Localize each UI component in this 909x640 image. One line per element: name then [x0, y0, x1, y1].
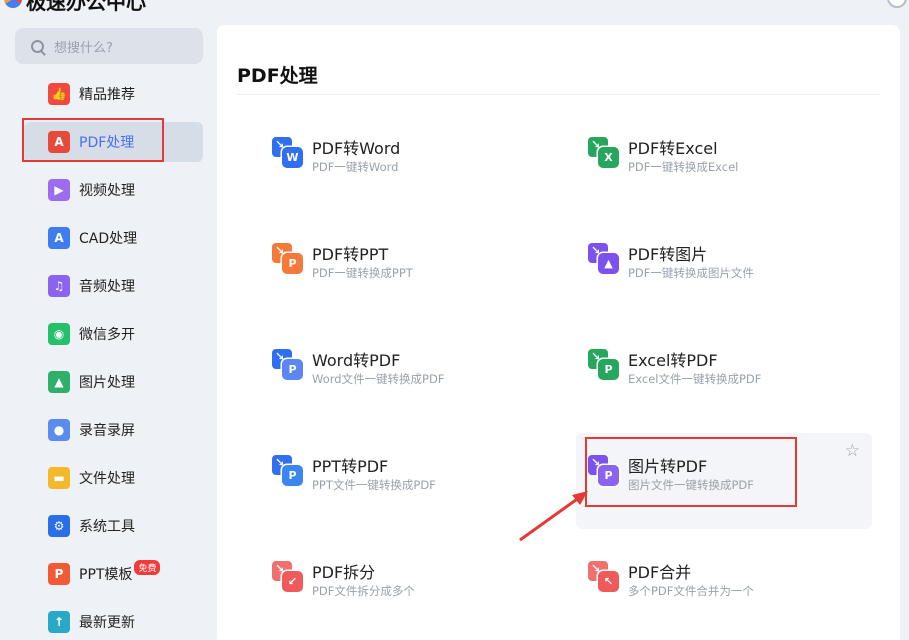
sidebar-item-10[interactable]: ⚙ 系统工具: [24, 506, 203, 546]
tool-name: 图片转PDF: [628, 457, 708, 476]
tool-card-9[interactable]: ↙ PDF拆分 PDF文件拆分成多个: [260, 539, 556, 635]
tool-icon-front: P: [282, 359, 303, 380]
tool-card-8[interactable]: P 图片转PDF 图片文件一键转换成PDF ☆: [576, 433, 872, 529]
tool-icon-front: P: [598, 465, 619, 486]
tool-description: PDF一键转换成图片文件: [628, 266, 754, 280]
sidebar-item-11[interactable]: P PPT模板 免费: [24, 554, 203, 594]
image-icon: ▲: [48, 371, 70, 393]
sidebar-item-label: 微信多开: [79, 327, 135, 343]
tool-icon-front: ↙: [282, 571, 303, 592]
divider: [237, 94, 880, 95]
tool-name: PDF转图片: [628, 245, 708, 264]
sidebar-item-1[interactable]: 👍 精品推荐: [24, 74, 203, 114]
ppt-to-pdf-icon: P: [272, 455, 303, 486]
sidebar-item-label: PPT模板: [79, 567, 133, 583]
pdf-split-icon: ↙: [272, 561, 303, 592]
tool-name: PDF转Excel: [628, 139, 718, 158]
tool-icon-front: W: [282, 147, 303, 168]
gear-icon: ⚙: [48, 515, 70, 537]
tool-name: PDF转Word: [312, 139, 401, 158]
sidebar-item-3[interactable]: ▶ 视频处理: [24, 170, 203, 210]
pdf-merge-icon: ↖: [588, 561, 619, 592]
tool-icon-front: P: [282, 253, 303, 274]
image-to-pdf-icon: P: [588, 455, 619, 486]
cad-icon: A: [48, 227, 70, 249]
tool-description: 图片文件一键转换成PDF: [628, 478, 754, 492]
star-icon[interactable]: ☆: [845, 441, 860, 461]
tool-icon-front: ↖: [598, 571, 619, 592]
tool-description: PDF文件拆分成多个: [312, 584, 415, 598]
tool-description: PDF一键转换成Excel: [628, 160, 739, 174]
tool-name: PPT转PDF: [312, 457, 389, 476]
sidebar-item-5[interactable]: ♫ 音频处理: [24, 266, 203, 306]
tool-icon-front: P: [282, 465, 303, 486]
sidebar-item-label: 系统工具: [79, 519, 135, 535]
music-icon: ♫: [48, 275, 70, 297]
free-badge: 免费: [134, 559, 161, 575]
search-input[interactable]: 想搜什么?: [54, 37, 113, 56]
sidebar-item-9[interactable]: ▬ 文件处理: [24, 458, 203, 498]
sidebar-item-label: CAD处理: [79, 231, 138, 247]
tool-description: Excel文件一键转换成PDF: [628, 372, 762, 386]
tool-name: PDF转PPT: [312, 245, 389, 264]
pdf-to-word-icon: W: [272, 137, 303, 168]
pdf-to-excel-icon: X: [588, 137, 619, 168]
app-logo-icon: [4, 0, 22, 8]
sidebar-item-7[interactable]: ▲ 图片处理: [24, 362, 203, 402]
pdf-icon: A: [48, 131, 70, 153]
pdf-to-image-icon: ▲: [588, 243, 619, 274]
tool-name: Excel转PDF: [628, 351, 718, 370]
tool-card-3[interactable]: P PDF转PPT PDF一键转换成PPT: [260, 221, 556, 317]
search-icon: [31, 39, 44, 53]
title-bar: 极速办公中心: [0, 0, 909, 12]
folder-icon: ▬: [48, 467, 70, 489]
tool-card-5[interactable]: P Word转PDF Word文件一键转换成PDF: [260, 327, 556, 423]
sidebar-item-label: PDF处理: [79, 135, 135, 151]
tool-description: PDF一键转Word: [312, 160, 399, 174]
excel-to-pdf-icon: P: [588, 349, 619, 380]
tool-description: PDF一键转换成PPT: [312, 266, 413, 280]
search-box[interactable]: 想搜什么?: [15, 28, 203, 64]
tool-description: Word文件一键转换成PDF: [312, 372, 445, 386]
sidebar-item-label: 最新更新: [79, 615, 135, 631]
tool-card-2[interactable]: X PDF转Excel PDF一键转换成Excel: [576, 115, 872, 211]
tool-name: PDF拆分: [312, 563, 376, 582]
window-title: 极速办公中心: [26, 0, 146, 12]
upload-icon: ↑: [48, 611, 70, 633]
sidebar-item-label: 视频处理: [79, 183, 135, 199]
sidebar-item-8[interactable]: ● 录音录屏: [24, 410, 203, 450]
window-control-button[interactable]: [887, 0, 907, 8]
tool-card-6[interactable]: P Excel转PDF Excel文件一键转换成PDF: [576, 327, 872, 423]
word-to-pdf-icon: P: [272, 349, 303, 380]
sidebar-item-6[interactable]: ◉ 微信多开: [24, 314, 203, 354]
wechat-icon: ◉: [48, 323, 70, 345]
tool-card-7[interactable]: P PPT转PDF PPT文件一键转换成PDF: [260, 433, 556, 529]
tool-icon-front: P: [598, 359, 619, 380]
sidebar-item-label: 文件处理: [79, 471, 135, 487]
tool-card-1[interactable]: W PDF转Word PDF一键转Word: [260, 115, 556, 211]
tool-name: PDF合并: [628, 563, 692, 582]
sidebar-item-4[interactable]: A CAD处理: [24, 218, 203, 258]
sidebar-item-12[interactable]: ↑ 最新更新: [24, 602, 203, 640]
main-panel: PDF处理 W PDF转Word PDF一键转Word X PDF转Excel PDF一键…: [217, 25, 900, 640]
ppt-icon: P: [48, 563, 70, 585]
tool-name: Word转PDF: [312, 351, 401, 370]
tool-description: PPT文件一键转换成PDF: [312, 478, 436, 492]
page-title: PDF处理: [237, 65, 318, 87]
sidebar-item-label: 精品推荐: [79, 87, 135, 103]
sidebar-item-label: 音频处理: [79, 279, 135, 295]
microphone-icon: ●: [48, 419, 70, 441]
sidebar: 想搜什么? 👍 精品推荐 A PDF处理 ▶ 视频处理 A CAD处理 ♫ 音频处理 ◉ 微信多开 ▲ 图…: [0, 12, 216, 640]
pdf-to-ppt-icon: P: [272, 243, 303, 274]
sidebar-item-label: 图片处理: [79, 375, 135, 391]
tool-icon-front: ▲: [598, 253, 619, 274]
play-icon: ▶: [48, 179, 70, 201]
tool-card-10[interactable]: ↖ PDF合并多个PDF文件合并为一个: [576, 539, 872, 635]
tool-icon-front: X: [598, 147, 619, 168]
tool-description: 多个PDF文件合并为一个: [628, 584, 754, 598]
tool-card-4[interactable]: ▲ PDF转图片 PDF一键转换成图片文件: [576, 221, 872, 317]
sidebar-item-label: 录音录屏: [79, 423, 135, 439]
sidebar-item-2[interactable]: A PDF处理: [24, 122, 203, 162]
thumbs-up-icon: 👍: [48, 83, 70, 105]
